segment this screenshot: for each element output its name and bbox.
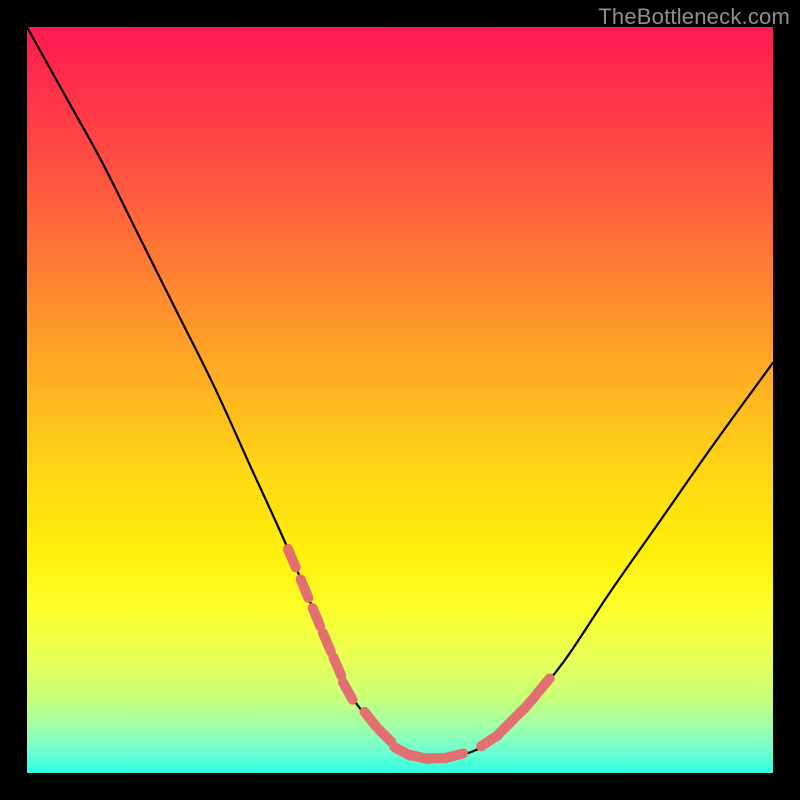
highlight-dash [365, 712, 376, 726]
highlight-dash [288, 549, 296, 567]
highlight-dash [379, 729, 392, 742]
plot-area [27, 27, 773, 773]
chart-frame: TheBottleneck.com [0, 0, 800, 800]
highlight-dash [446, 753, 463, 757]
highlight-dash [537, 678, 550, 693]
highlight-dash [343, 682, 353, 699]
highlight-dash [313, 608, 321, 626]
highlight-dash [333, 657, 341, 675]
highlight-dashes [288, 549, 550, 759]
highlight-dash [323, 633, 331, 651]
highlight-dash [301, 579, 309, 597]
curve-svg [27, 27, 773, 773]
bottleneck-curve [27, 27, 773, 759]
watermark-text: TheBottleneck.com [598, 4, 790, 30]
